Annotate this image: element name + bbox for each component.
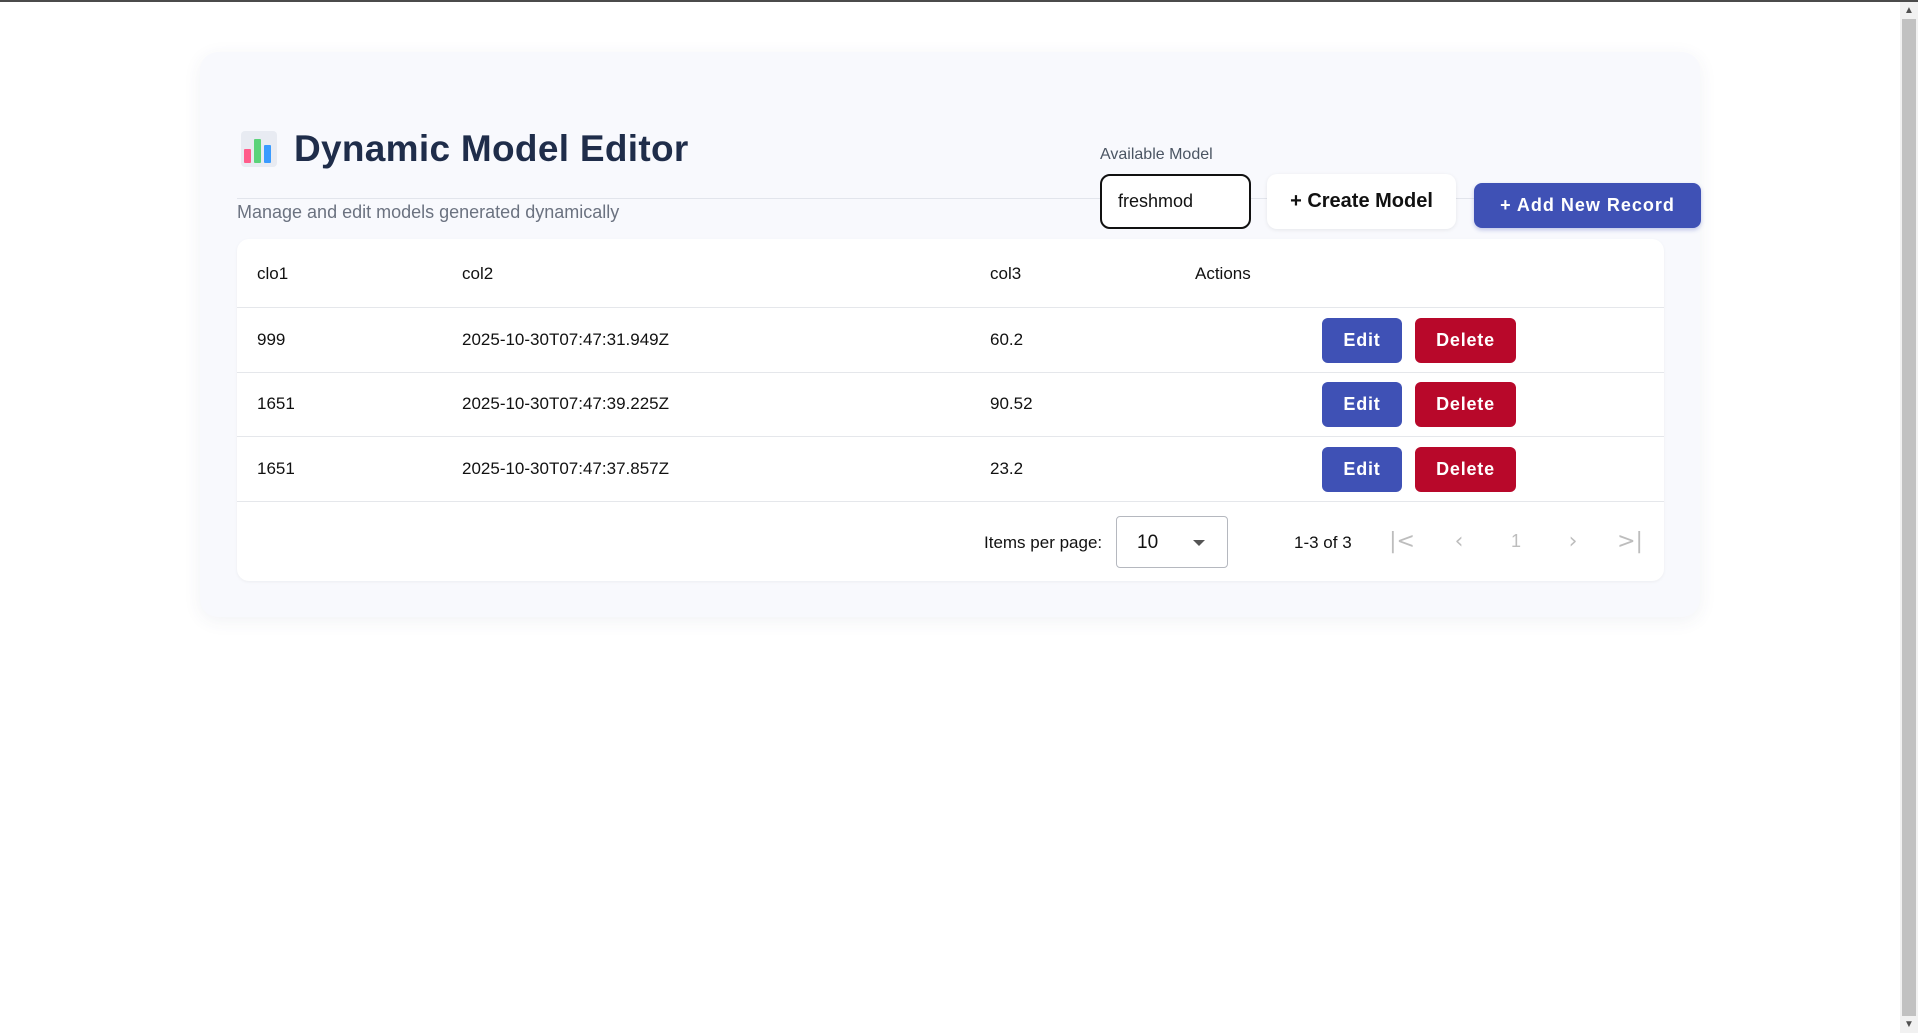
table-header-row: clo1 col2 col3 Actions	[237, 239, 1664, 308]
edit-button[interactable]: Edit	[1322, 318, 1402, 363]
cell-col3: 60.2	[990, 330, 1024, 349]
table-row: 1651 2025-10-30T07:47:37.857Z 23.2 Edit …	[237, 437, 1664, 502]
page-subtitle: Manage and edit models generated dynamic…	[237, 202, 620, 222]
first-page-icon[interactable]: |<	[1387, 526, 1417, 556]
bar-chart-icon	[241, 131, 277, 167]
chevron-right-icon[interactable]: ›	[1558, 526, 1588, 556]
items-per-page-label: Items per page:	[984, 533, 1103, 552]
editor-header: Dynamic Model Editor Manage and edit mod…	[237, 88, 1701, 229]
table-row: 1651 2025-10-30T07:47:39.225Z 90.52 Edit…	[237, 372, 1664, 437]
edit-button[interactable]: Edit	[1322, 447, 1402, 492]
scroll-down-arrow-icon[interactable]: ▼	[1900, 1016, 1918, 1033]
records-table: clo1 col2 col3 Actions 999 2025-10-30T07…	[237, 239, 1664, 581]
delete-button[interactable]: Delete	[1415, 447, 1516, 492]
cell-col3: 23.2	[990, 459, 1024, 478]
current-page-number: 1	[1510, 530, 1521, 551]
page-title: Dynamic Model Editor	[294, 128, 689, 169]
cell-clo1: 999	[257, 330, 286, 349]
edit-button[interactable]: Edit	[1322, 382, 1402, 427]
table-row: 999 2025-10-30T07:47:31.949Z 60.2 Edit D…	[237, 308, 1664, 373]
model-select-input[interactable]	[1100, 174, 1251, 229]
last-page-icon[interactable]: >|	[1615, 526, 1645, 556]
vertical-scrollbar[interactable]: ▲ ▼	[1900, 2, 1918, 1033]
chevron-left-icon[interactable]: ‹	[1444, 526, 1474, 556]
delete-button[interactable]: Delete	[1415, 318, 1516, 363]
cell-col2: 2025-10-30T07:47:37.857Z	[462, 459, 669, 478]
scroll-up-arrow-icon[interactable]: ▲	[1900, 2, 1918, 19]
cell-clo1: 1651	[257, 394, 295, 413]
column-header-actions: Actions	[1195, 264, 1251, 283]
column-header-clo1[interactable]: clo1	[257, 264, 288, 284]
create-model-button[interactable]: + Create Model	[1267, 174, 1456, 229]
column-header-col2[interactable]: col2	[462, 264, 493, 284]
caret-down-icon	[1193, 540, 1205, 546]
cell-col3: 90.52	[990, 394, 1033, 413]
title-row: Dynamic Model Editor	[241, 128, 689, 170]
cell-clo1: 1651	[257, 459, 295, 478]
add-new-record-button[interactable]: + Add New Record	[1474, 183, 1701, 228]
cell-col2: 2025-10-30T07:47:31.949Z	[462, 330, 669, 349]
delete-button[interactable]: Delete	[1415, 382, 1516, 427]
cell-col2: 2025-10-30T07:47:39.225Z	[462, 394, 669, 413]
paginator: Items per page: 10 1-3 of 3 |< ‹ 1 › >|	[237, 504, 1664, 581]
page-viewport: Dynamic Model Editor Manage and edit mod…	[0, 2, 1900, 1033]
page-range-label: 1-3 of 3	[1294, 533, 1352, 552]
editor-card: Dynamic Model Editor Manage and edit mod…	[200, 52, 1701, 617]
items-per-page-value: 10	[1137, 532, 1159, 553]
scrollbar-thumb[interactable]	[1902, 19, 1916, 1016]
column-header-col3[interactable]: col3	[990, 264, 1021, 284]
items-per-page-select[interactable]: 10	[1116, 516, 1228, 568]
model-select-label: Available Model	[1100, 146, 1213, 163]
